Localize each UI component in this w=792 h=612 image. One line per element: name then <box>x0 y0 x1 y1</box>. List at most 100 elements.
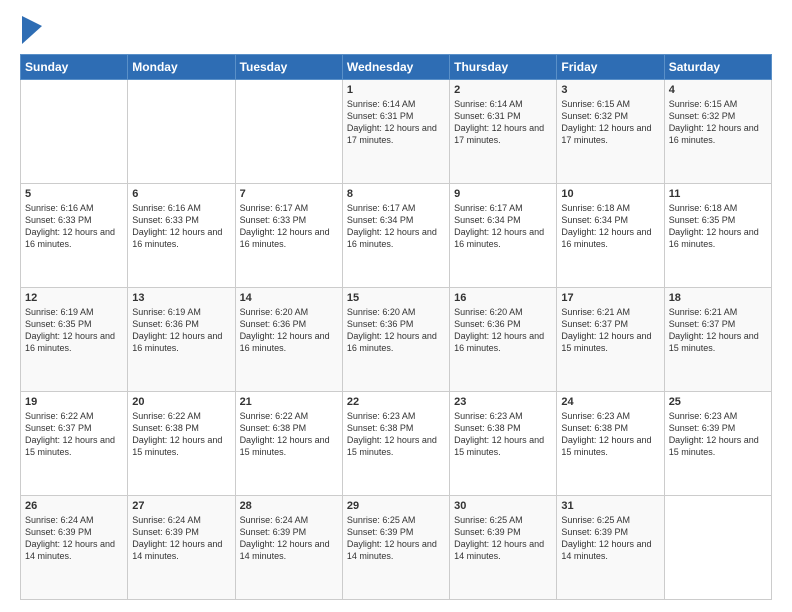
weekday-header-monday: Monday <box>128 55 235 80</box>
day-info: Sunrise: 6:21 AM Sunset: 6:37 PM Dayligh… <box>561 306 659 355</box>
day-number: 13 <box>132 292 230 304</box>
calendar-week-row: 26 Sunrise: 6:24 AM Sunset: 6:39 PM Dayli… <box>21 496 772 600</box>
calendar-cell: 22 Sunrise: 6:23 AM Sunset: 6:38 PM Dayli… <box>342 392 449 496</box>
day-number: 21 <box>240 396 338 408</box>
day-info: Sunrise: 6:20 AM Sunset: 6:36 PM Dayligh… <box>454 306 552 355</box>
logo-icon <box>22 16 42 44</box>
calendar-cell: 27 Sunrise: 6:24 AM Sunset: 6:39 PM Dayli… <box>128 496 235 600</box>
calendar-cell: 4 Sunrise: 6:15 AM Sunset: 6:32 PM Daylig… <box>664 80 771 184</box>
day-number: 22 <box>347 396 445 408</box>
weekday-header-row: SundayMondayTuesdayWednesdayThursdayFrid… <box>21 55 772 80</box>
day-number: 6 <box>132 188 230 200</box>
calendar-cell: 14 Sunrise: 6:20 AM Sunset: 6:36 PM Dayli… <box>235 288 342 392</box>
calendar-cell: 29 Sunrise: 6:25 AM Sunset: 6:39 PM Dayli… <box>342 496 449 600</box>
calendar-cell: 1Sunrise: 6:14 AM Sunset: 6:31 PM Daylig… <box>342 80 449 184</box>
weekday-header-thursday: Thursday <box>450 55 557 80</box>
day-info: Sunrise: 6:14 AM Sunset: 6:31 PM Dayligh… <box>454 98 552 147</box>
calendar-cell: 20 Sunrise: 6:22 AM Sunset: 6:38 PM Dayli… <box>128 392 235 496</box>
day-info: Sunrise: 6:20 AM Sunset: 6:36 PM Dayligh… <box>347 306 445 355</box>
day-number: 30 <box>454 500 552 512</box>
calendar-cell: 31Sunrise: 6:25 AM Sunset: 6:39 PM Dayli… <box>557 496 664 600</box>
calendar-cell: 13 Sunrise: 6:19 AM Sunset: 6:36 PM Dayli… <box>128 288 235 392</box>
day-number: 23 <box>454 396 552 408</box>
day-number: 17 <box>561 292 659 304</box>
calendar-cell: 15 Sunrise: 6:20 AM Sunset: 6:36 PM Dayli… <box>342 288 449 392</box>
calendar-cell: 8 Sunrise: 6:17 AM Sunset: 6:34 PM Daylig… <box>342 184 449 288</box>
calendar-cell: 28Sunrise: 6:24 AM Sunset: 6:39 PM Dayli… <box>235 496 342 600</box>
weekday-header-sunday: Sunday <box>21 55 128 80</box>
day-number: 27 <box>132 500 230 512</box>
calendar-cell: 26 Sunrise: 6:24 AM Sunset: 6:39 PM Dayli… <box>21 496 128 600</box>
day-number: 28 <box>240 500 338 512</box>
calendar-cell: 11Sunrise: 6:18 AM Sunset: 6:35 PM Dayli… <box>664 184 771 288</box>
day-number: 24 <box>561 396 659 408</box>
day-number: 8 <box>347 188 445 200</box>
day-info: Sunrise: 6:15 AM Sunset: 6:32 PM Dayligh… <box>561 98 659 147</box>
logo <box>20 16 42 44</box>
calendar-cell: 18 Sunrise: 6:21 AM Sunset: 6:37 PM Dayli… <box>664 288 771 392</box>
calendar-table: SundayMondayTuesdayWednesdayThursdayFrid… <box>20 54 772 600</box>
day-info: Sunrise: 6:17 AM Sunset: 6:34 PM Dayligh… <box>347 202 445 251</box>
day-info: Sunrise: 6:17 AM Sunset: 6:33 PM Dayligh… <box>240 202 338 251</box>
day-info: Sunrise: 6:21 AM Sunset: 6:37 PM Dayligh… <box>669 306 767 355</box>
day-info: Sunrise: 6:23 AM Sunset: 6:39 PM Dayligh… <box>669 410 767 459</box>
day-number: 5 <box>25 188 123 200</box>
day-info: Sunrise: 6:24 AM Sunset: 6:39 PM Dayligh… <box>132 514 230 563</box>
day-number: 1 <box>347 84 445 96</box>
weekday-header-tuesday: Tuesday <box>235 55 342 80</box>
calendar-cell: 17 Sunrise: 6:21 AM Sunset: 6:37 PM Dayli… <box>557 288 664 392</box>
day-number: 20 <box>132 396 230 408</box>
calendar-cell: 30 Sunrise: 6:25 AM Sunset: 6:39 PM Dayli… <box>450 496 557 600</box>
day-number: 7 <box>240 188 338 200</box>
day-info: Sunrise: 6:18 AM Sunset: 6:35 PM Dayligh… <box>669 202 767 251</box>
day-info: Sunrise: 6:19 AM Sunset: 6:36 PM Dayligh… <box>132 306 230 355</box>
calendar-cell: 9Sunrise: 6:17 AM Sunset: 6:34 PM Daylig… <box>450 184 557 288</box>
calendar-cell: 10 Sunrise: 6:18 AM Sunset: 6:34 PM Dayli… <box>557 184 664 288</box>
day-info: Sunrise: 6:25 AM Sunset: 6:39 PM Dayligh… <box>454 514 552 563</box>
calendar-week-row: 19Sunrise: 6:22 AM Sunset: 6:37 PM Dayli… <box>21 392 772 496</box>
day-number: 18 <box>669 292 767 304</box>
calendar-cell: 7 Sunrise: 6:17 AM Sunset: 6:33 PM Daylig… <box>235 184 342 288</box>
day-info: Sunrise: 6:22 AM Sunset: 6:38 PM Dayligh… <box>132 410 230 459</box>
day-info: Sunrise: 6:23 AM Sunset: 6:38 PM Dayligh… <box>561 410 659 459</box>
day-info: Sunrise: 6:15 AM Sunset: 6:32 PM Dayligh… <box>669 98 767 147</box>
weekday-header-friday: Friday <box>557 55 664 80</box>
day-info: Sunrise: 6:23 AM Sunset: 6:38 PM Dayligh… <box>347 410 445 459</box>
day-number: 16 <box>454 292 552 304</box>
calendar-week-row: 5Sunrise: 6:16 AM Sunset: 6:33 PM Daylig… <box>21 184 772 288</box>
calendar-cell: 5Sunrise: 6:16 AM Sunset: 6:33 PM Daylig… <box>21 184 128 288</box>
calendar-cell: 6Sunrise: 6:16 AM Sunset: 6:33 PM Daylig… <box>128 184 235 288</box>
day-number: 4 <box>669 84 767 96</box>
header <box>20 16 772 44</box>
day-number: 26 <box>25 500 123 512</box>
weekday-header-saturday: Saturday <box>664 55 771 80</box>
calendar-cell: 21Sunrise: 6:22 AM Sunset: 6:38 PM Dayli… <box>235 392 342 496</box>
calendar-cell: 3 Sunrise: 6:15 AM Sunset: 6:32 PM Daylig… <box>557 80 664 184</box>
day-info: Sunrise: 6:25 AM Sunset: 6:39 PM Dayligh… <box>347 514 445 563</box>
calendar-cell <box>21 80 128 184</box>
calendar-week-row: 12Sunrise: 6:19 AM Sunset: 6:35 PM Dayli… <box>21 288 772 392</box>
day-number: 29 <box>347 500 445 512</box>
calendar-cell: 12Sunrise: 6:19 AM Sunset: 6:35 PM Dayli… <box>21 288 128 392</box>
calendar-cell <box>235 80 342 184</box>
day-number: 12 <box>25 292 123 304</box>
day-info: Sunrise: 6:22 AM Sunset: 6:37 PM Dayligh… <box>25 410 123 459</box>
day-info: Sunrise: 6:24 AM Sunset: 6:39 PM Dayligh… <box>25 514 123 563</box>
calendar-week-row: 1 Sunrise: 6:14 AM Sunset: 6:31 PM Daylig… <box>21 80 772 184</box>
day-number: 25 <box>669 396 767 408</box>
calendar-cell <box>128 80 235 184</box>
logo-text <box>20 16 42 44</box>
day-info: Sunrise: 6:20 AM Sunset: 6:36 PM Dayligh… <box>240 306 338 355</box>
calendar-cell: 25 Sunrise: 6:23 AM Sunset: 6:39 PM Dayli… <box>664 392 771 496</box>
calendar-cell: 23Sunrise: 6:23 AM Sunset: 6:38 PM Dayli… <box>450 392 557 496</box>
day-info: Sunrise: 6:25 AM Sunset: 6:39 PM Dayligh… <box>561 514 659 563</box>
day-info: Sunrise: 6:17 AM Sunset: 6:34 PM Dayligh… <box>454 202 552 251</box>
calendar-cell: 19Sunrise: 6:22 AM Sunset: 6:37 PM Dayli… <box>21 392 128 496</box>
day-info: Sunrise: 6:18 AM Sunset: 6:34 PM Dayligh… <box>561 202 659 251</box>
calendar-cell: 24 Sunrise: 6:23 AM Sunset: 6:38 PM Dayli… <box>557 392 664 496</box>
day-number: 15 <box>347 292 445 304</box>
day-number: 14 <box>240 292 338 304</box>
day-number: 3 <box>561 84 659 96</box>
day-number: 2 <box>454 84 552 96</box>
day-number: 10 <box>561 188 659 200</box>
